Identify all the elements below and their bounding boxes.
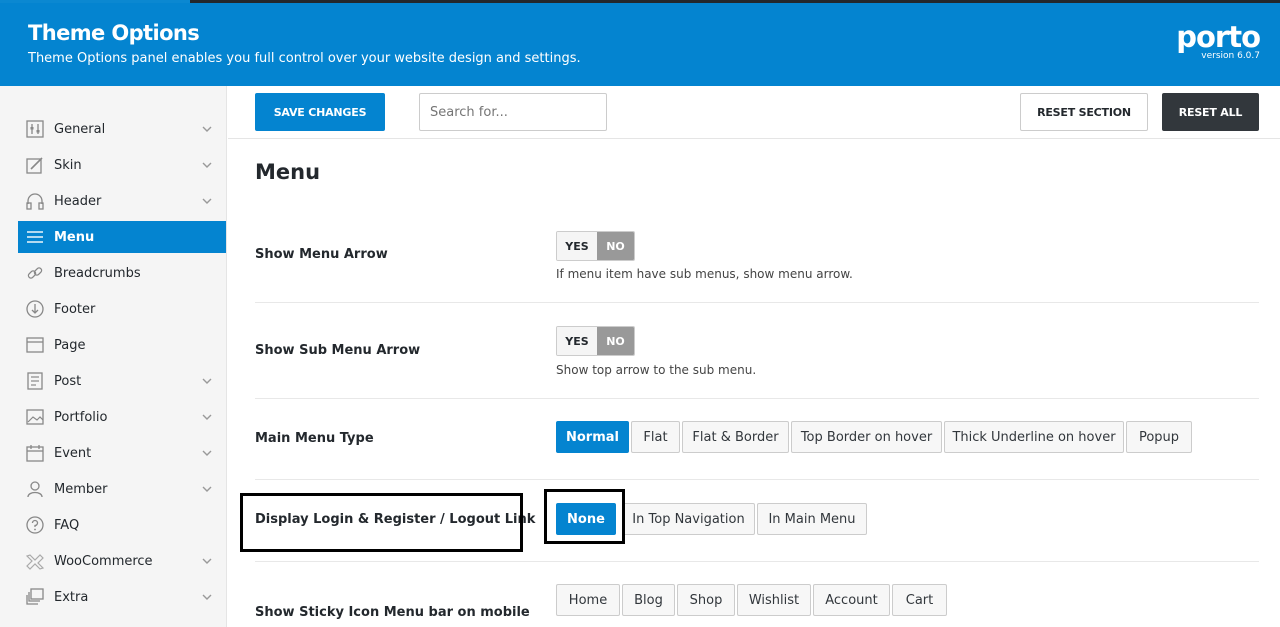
sliders-icon — [24, 118, 46, 140]
chevron-down-icon — [200, 374, 214, 388]
option-normal[interactable]: Normal — [556, 421, 629, 453]
question-icon — [24, 514, 46, 536]
sidebar-item-label: Breadcrumbs — [54, 265, 141, 281]
sidebar-item-member[interactable]: Member — [18, 473, 226, 505]
divider — [255, 561, 1259, 562]
divider — [255, 302, 1259, 303]
show-sub-menu-arrow-toggle[interactable]: YES NO — [556, 326, 635, 356]
sticky-icon-menu-options: Home Blog Shop Wishlist Account Cart — [556, 584, 949, 616]
option-top-border-hover[interactable]: Top Border on hover — [791, 421, 942, 453]
main-menu-type-label: Main Menu Type — [255, 431, 374, 446]
sidebar-item-label: General — [54, 121, 106, 137]
option-home[interactable]: Home — [556, 584, 620, 616]
sidebar-item-label: Event — [54, 445, 92, 461]
reset-section-button[interactable]: RESET SECTION — [1020, 93, 1148, 131]
window-icon — [24, 334, 46, 356]
brush-icon — [24, 154, 46, 176]
arrow-down-circle-icon — [24, 298, 46, 320]
no-option[interactable]: NO — [597, 232, 634, 260]
save-changes-button[interactable]: SAVE CHANGES — [255, 93, 385, 131]
theme-options-header: Theme Options Theme Options panel enable… — [0, 3, 1280, 86]
sidebar-item-footer[interactable]: Footer — [18, 293, 226, 325]
chevron-down-icon — [200, 482, 214, 496]
option-wishlist[interactable]: Wishlist — [737, 584, 811, 616]
sidebar-item-general[interactable]: General — [18, 113, 226, 145]
woocommerce-icon — [24, 550, 46, 572]
option-shop[interactable]: Shop — [677, 584, 735, 616]
option-thick-underline-hover[interactable]: Thick Underline on hover — [944, 421, 1124, 453]
page-subtitle: Theme Options panel enables you full con… — [28, 51, 581, 66]
option-popup[interactable]: Popup — [1126, 421, 1192, 453]
option-blog[interactable]: Blog — [622, 584, 675, 616]
chevron-down-icon — [200, 194, 214, 208]
sidebar: General Skin Header Menu Breadcrumbs Foo… — [0, 86, 227, 627]
chevron-down-icon — [200, 410, 214, 424]
headphones-icon — [24, 190, 46, 212]
show-menu-arrow-toggle[interactable]: YES NO — [556, 231, 635, 261]
user-icon — [24, 478, 46, 500]
option-flat-border[interactable]: Flat & Border — [682, 421, 789, 453]
divider — [255, 479, 1259, 480]
yes-option[interactable]: YES — [557, 232, 597, 260]
show-sub-menu-arrow-label: Show Sub Menu Arrow — [255, 343, 421, 358]
sidebar-item-page[interactable]: Page — [18, 329, 226, 361]
sidebar-item-label: Skin — [54, 157, 82, 173]
calendar-icon — [24, 442, 46, 464]
sidebar-item-post[interactable]: Post — [18, 365, 226, 397]
main-menu-type-options: Normal Flat Flat & Border Top Border on … — [556, 421, 1194, 453]
reset-all-button[interactable]: RESET ALL — [1162, 93, 1259, 131]
sidebar-item-label: Menu — [54, 229, 95, 245]
chevron-down-icon — [200, 446, 214, 460]
section-title: Menu — [255, 160, 321, 184]
sidebar-item-label: Post — [54, 373, 82, 389]
show-menu-arrow-description: If menu item have sub menus, show menu a… — [556, 267, 853, 281]
sidebar-item-label: Header — [54, 193, 102, 209]
menu-icon — [24, 226, 46, 248]
sidebar-item-label: FAQ — [54, 517, 80, 533]
sidebar-item-label: Page — [54, 337, 86, 353]
highlight-box-none — [544, 489, 625, 544]
sidebar-item-label: Member — [54, 481, 108, 497]
search-input[interactable] — [419, 93, 607, 131]
image-icon — [24, 406, 46, 428]
sidebar-item-label: WooCommerce — [54, 553, 153, 569]
document-icon — [24, 370, 46, 392]
sidebar-item-header[interactable]: Header — [18, 185, 226, 217]
page-title: Theme Options — [28, 21, 200, 45]
divider — [255, 398, 1259, 399]
toolbar: SAVE CHANGES RESET SECTION RESET ALL — [228, 86, 1280, 139]
link-icon — [24, 262, 46, 284]
chevron-down-icon — [200, 158, 214, 172]
no-option[interactable]: NO — [597, 327, 634, 355]
sidebar-item-breadcrumbs[interactable]: Breadcrumbs — [18, 257, 226, 289]
sidebar-item-menu[interactable]: Menu — [18, 221, 226, 253]
show-sub-menu-arrow-description: Show top arrow to the sub menu. — [556, 363, 757, 377]
porto-logo: porto version 6.0.7 — [1176, 20, 1261, 62]
highlight-box-label — [240, 493, 523, 552]
sidebar-item-label: Portfolio — [54, 409, 108, 425]
sidebar-item-faq[interactable]: FAQ — [18, 509, 226, 541]
sidebar-item-skin[interactable]: Skin — [18, 149, 226, 181]
option-in-main-menu[interactable]: In Main Menu — [757, 503, 867, 535]
chevron-down-icon — [200, 122, 214, 136]
option-flat[interactable]: Flat — [631, 421, 680, 453]
sidebar-item-woocommerce[interactable]: WooCommerce — [18, 545, 226, 577]
chevron-down-icon — [200, 554, 214, 568]
yes-option[interactable]: YES — [557, 327, 597, 355]
show-menu-arrow-label: Show Menu Arrow — [255, 247, 388, 262]
sticky-icon-menu-label: Show Sticky Icon Menu bar on mobile — [255, 605, 530, 620]
stack-icon — [24, 586, 46, 608]
sidebar-item-extra[interactable]: Extra — [18, 581, 226, 613]
chevron-down-icon — [200, 590, 214, 604]
option-account[interactable]: Account — [813, 584, 890, 616]
option-cart[interactable]: Cart — [892, 584, 947, 616]
sidebar-item-portfolio[interactable]: Portfolio — [18, 401, 226, 433]
sidebar-item-label: Extra — [54, 589, 89, 605]
sidebar-item-label: Footer — [54, 301, 96, 317]
option-in-top-navigation[interactable]: In Top Navigation — [622, 503, 755, 535]
sidebar-item-event[interactable]: Event — [18, 437, 226, 469]
logo-text: porto — [1176, 20, 1261, 54]
